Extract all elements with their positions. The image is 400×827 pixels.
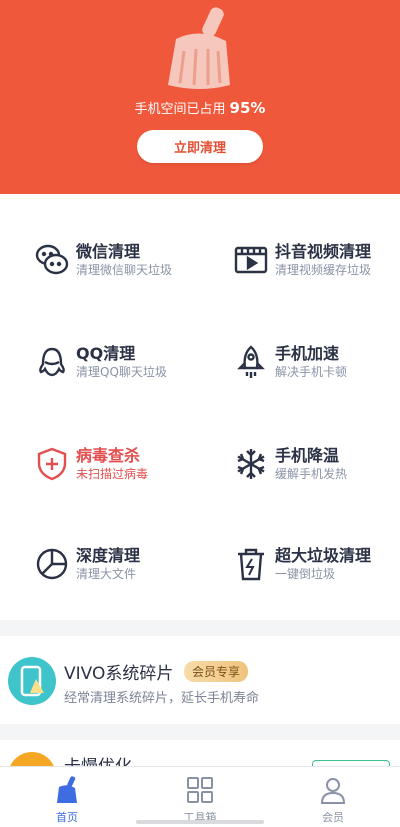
feature-title: QQ清理 bbox=[76, 344, 136, 363]
broom-icon bbox=[52, 775, 82, 805]
phone-broom-icon bbox=[8, 657, 56, 705]
feature-subtitle: 一键倒垃圾 bbox=[275, 567, 336, 581]
feature-large-trash-clean[interactable]: 超大垃圾清理 一键倒垃圾 bbox=[233, 542, 400, 602]
video-icon bbox=[233, 242, 269, 278]
wechat-icon bbox=[34, 242, 70, 278]
feature-title: 病毒查杀 bbox=[76, 446, 141, 465]
vip-badge: 会员专享 bbox=[184, 661, 249, 682]
header-banner: 手机空间已占用 95% 立即清理 bbox=[0, 0, 400, 194]
feature-phone-speedup[interactable]: 手机加速 解决手机卡顿 bbox=[233, 340, 400, 400]
storage-label: 手机空间已占用 bbox=[134, 102, 226, 117]
feature-virus-scan[interactable]: 病毒查杀 未扫描过病毒 bbox=[34, 442, 224, 502]
feature-subtitle: 解决手机卡顿 bbox=[275, 365, 348, 379]
feature-title: 微信清理 bbox=[76, 242, 141, 261]
vivo-card-subtitle: 经常清理系统碎片，延长手机寿命 bbox=[64, 691, 260, 706]
snowflake-icon bbox=[233, 446, 269, 482]
feature-phone-cooldown[interactable]: 手机降温 缓解手机发热 bbox=[233, 442, 400, 502]
grid-icon bbox=[185, 775, 215, 805]
feature-subtitle: 清理QQ聊天垃圾 bbox=[76, 365, 167, 379]
clean-now-button[interactable]: 立即清理 bbox=[137, 130, 263, 163]
feature-subtitle: 未扫描过病毒 bbox=[76, 467, 149, 481]
tab-label: 会员 bbox=[322, 811, 344, 824]
vivo-card-title: VIVO系统碎片 bbox=[64, 664, 174, 684]
home-indicator bbox=[136, 820, 264, 824]
feature-subtitle: 清理视频缓存垃圾 bbox=[275, 263, 372, 277]
section-divider bbox=[0, 620, 400, 636]
tab-label: 首页 bbox=[56, 811, 78, 824]
feature-subtitle: 清理大文件 bbox=[76, 567, 137, 581]
feature-title: 超大垃圾清理 bbox=[275, 546, 372, 565]
feature-deep-clean[interactable]: 深度清理 清理大文件 bbox=[34, 542, 224, 602]
trash-icon bbox=[233, 546, 269, 582]
feature-qq-clean[interactable]: QQ清理 清理QQ聊天垃圾 bbox=[34, 340, 224, 400]
feature-subtitle: 清理微信聊天垃圾 bbox=[76, 263, 173, 277]
storage-percent: 95% bbox=[229, 99, 266, 117]
rocket-icon bbox=[233, 344, 269, 380]
storage-usage-text: 手机空间已占用 95% bbox=[0, 98, 400, 117]
user-icon bbox=[318, 775, 348, 805]
tab-member[interactable]: 会员 bbox=[266, 767, 400, 827]
shield-icon bbox=[34, 446, 70, 482]
feature-title: 手机降温 bbox=[275, 446, 340, 465]
feature-title: 手机加速 bbox=[275, 344, 340, 363]
feature-subtitle: 缓解手机发热 bbox=[275, 467, 348, 481]
feature-douyin-clean[interactable]: 抖音视频清理 清理视频缓存垃圾 bbox=[233, 238, 400, 298]
pie-chart-icon bbox=[34, 546, 70, 582]
bottom-tab-bar: 首页 工具箱 会员 bbox=[0, 766, 400, 827]
feature-title: 深度清理 bbox=[76, 546, 141, 565]
feature-wechat-clean[interactable]: 微信清理 清理微信聊天垃圾 bbox=[34, 238, 224, 298]
tab-home[interactable]: 首页 bbox=[0, 767, 134, 827]
vivo-fragment-card[interactable]: VIVO系统碎片 会员专享 经常清理系统碎片，延长手机寿命 bbox=[0, 645, 400, 725]
feature-title: 抖音视频清理 bbox=[275, 242, 372, 261]
qq-icon bbox=[34, 344, 70, 380]
tab-toolbox[interactable]: 工具箱 bbox=[133, 767, 267, 827]
section-divider bbox=[0, 724, 400, 740]
broom-icon bbox=[150, 5, 250, 93]
